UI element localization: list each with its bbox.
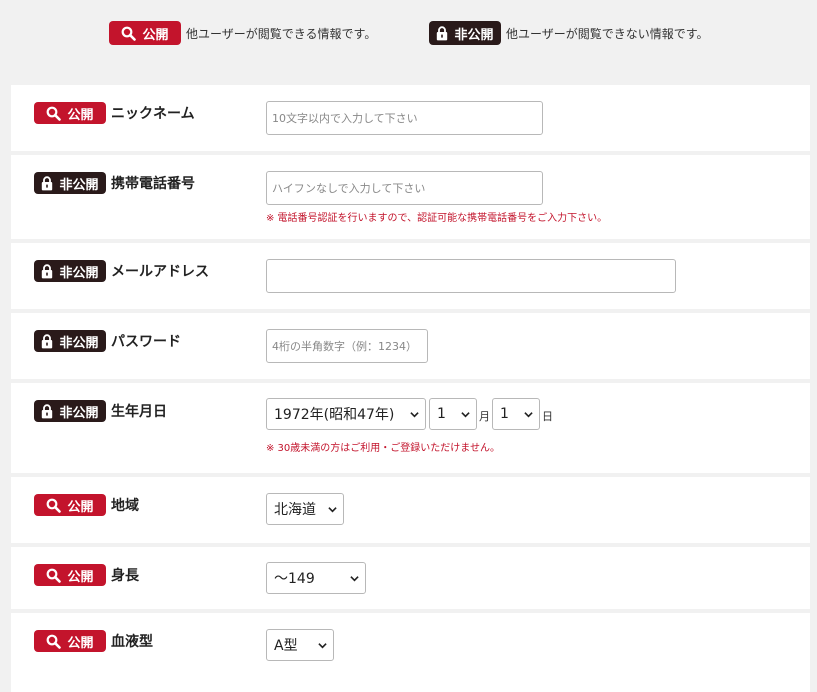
lock-icon bbox=[42, 333, 53, 348]
public-badge: 公開 bbox=[34, 102, 106, 124]
nickname-input[interactable] bbox=[266, 101, 543, 135]
legend-private-text: 他ユーザーが閲覧できない情報です。 bbox=[506, 26, 709, 41]
lock-icon bbox=[42, 175, 53, 190]
visibility-legend: 公開 他ユーザーが閲覧できる情報です。 非公開 他ユーザーが閲覧できない情報です… bbox=[0, 20, 817, 46]
public-badge: 公開 bbox=[109, 21, 181, 45]
phone-input[interactable] bbox=[266, 171, 543, 205]
legend-public: 公開 他ユーザーが閲覧できる情報です。 bbox=[109, 20, 376, 46]
phone-note: ※ 電話番号認証を行いますので、認証可能な携帯電話番号をご入力下さい。 bbox=[266, 213, 608, 224]
search-icon bbox=[47, 568, 62, 583]
password-label: パスワード bbox=[111, 334, 181, 350]
public-badge: 公開 bbox=[34, 630, 106, 652]
legend-private: 非公開 他ユーザーが閲覧できない情報です。 bbox=[429, 20, 709, 46]
lock-icon bbox=[42, 263, 53, 278]
day-unit: 日 bbox=[542, 410, 553, 423]
height-label: 身長 bbox=[111, 568, 139, 584]
row-email: 非公開 メールアドレス bbox=[11, 243, 810, 309]
month-unit: 月 bbox=[479, 410, 490, 423]
chevron-down-icon bbox=[461, 412, 470, 418]
birth-year-select[interactable]: 1972年(昭和47年) bbox=[266, 398, 426, 430]
phone-label: 携帯電話番号 bbox=[111, 176, 195, 192]
search-icon bbox=[122, 26, 137, 41]
email-input[interactable] bbox=[266, 259, 676, 293]
chevron-down-icon bbox=[328, 507, 337, 513]
search-icon bbox=[47, 106, 62, 121]
search-icon bbox=[47, 498, 62, 513]
legend-public-text: 他ユーザーが閲覧できる情報です。 bbox=[186, 26, 377, 41]
row-height: 公開 身長 〜149 bbox=[11, 547, 810, 609]
row-nickname: 公開 ニックネーム bbox=[11, 85, 810, 151]
lock-icon bbox=[437, 25, 448, 40]
row-blood-type: 公開 血液型 A型 bbox=[11, 613, 810, 692]
chevron-down-icon bbox=[350, 576, 359, 582]
height-select[interactable]: 〜149 bbox=[266, 562, 366, 594]
public-badge: 公開 bbox=[34, 564, 106, 586]
chevron-down-icon bbox=[410, 412, 419, 418]
chevron-down-icon bbox=[524, 412, 533, 418]
email-label: メールアドレス bbox=[111, 264, 209, 280]
row-region: 公開 地域 北海道 bbox=[11, 477, 810, 543]
birth-day-select[interactable]: 1 bbox=[492, 398, 540, 430]
blood-type-select[interactable]: A型 bbox=[266, 629, 334, 661]
chevron-down-icon bbox=[318, 643, 327, 649]
password-input[interactable] bbox=[266, 329, 428, 363]
private-badge: 非公開 bbox=[429, 21, 501, 45]
birth-month-select[interactable]: 1 bbox=[429, 398, 477, 430]
private-badge: 非公開 bbox=[34, 260, 106, 282]
row-birthday: 非公開 生年月日 1972年(昭和47年) 1 月 1 日 ※ 30歳未満の方は… bbox=[11, 383, 810, 473]
region-label: 地域 bbox=[111, 498, 139, 514]
private-badge: 非公開 bbox=[34, 330, 106, 352]
private-badge: 非公開 bbox=[34, 172, 106, 194]
lock-icon bbox=[42, 403, 53, 418]
search-icon bbox=[47, 634, 62, 649]
blood-type-label: 血液型 bbox=[111, 634, 153, 650]
region-select[interactable]: 北海道 bbox=[266, 493, 344, 525]
private-badge: 非公開 bbox=[34, 400, 106, 422]
row-password: 非公開 パスワード bbox=[11, 313, 810, 379]
nickname-label: ニックネーム bbox=[111, 106, 195, 122]
row-phone: 非公開 携帯電話番号 ※ 電話番号認証を行いますので、認証可能な携帯電話番号をご… bbox=[11, 155, 810, 239]
birthday-note: ※ 30歳未満の方はご利用・ご登録いただけません。 bbox=[266, 443, 500, 454]
birthday-label: 生年月日 bbox=[111, 404, 167, 420]
public-badge: 公開 bbox=[34, 494, 106, 516]
